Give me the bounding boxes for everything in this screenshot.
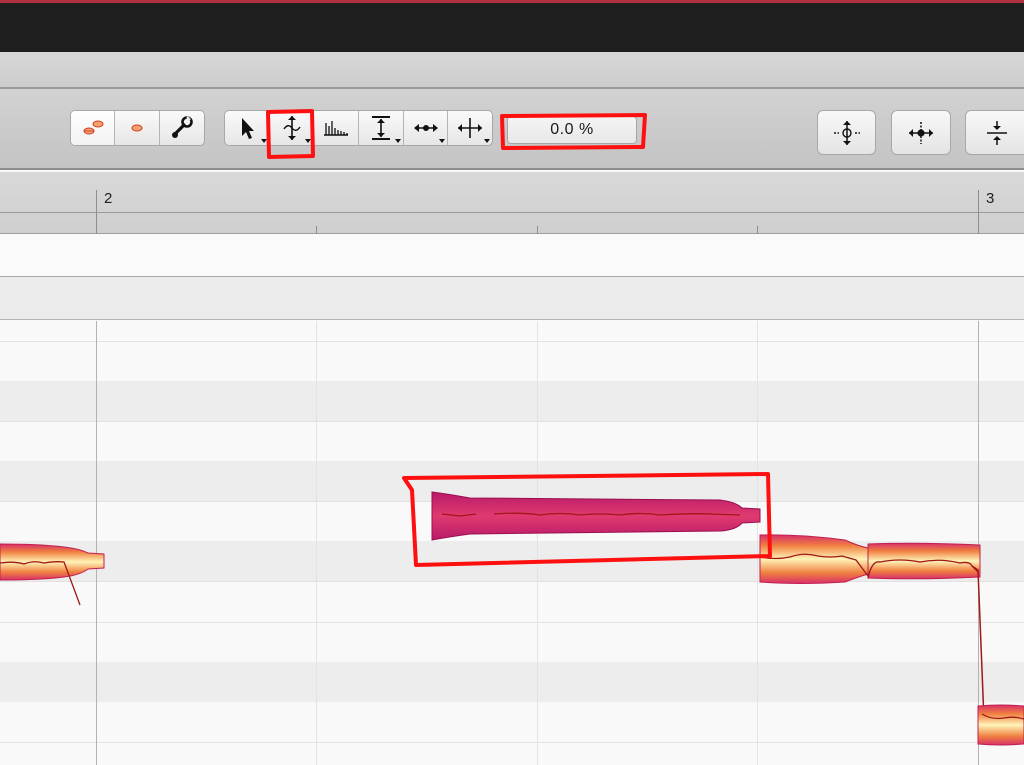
- pitch-quantize-icon: [833, 120, 860, 145]
- pitch-tool-button[interactable]: [270, 111, 315, 145]
- melodyne-editor: 0.0 % 2 3: [0, 0, 1024, 765]
- amplitude-tool-icon: [371, 116, 390, 140]
- bar-label-2: 2: [104, 190, 113, 207]
- ruler-baseline: [0, 212, 1024, 213]
- time-quantize-icon: [909, 121, 933, 144]
- menu-triangle-icon: [439, 139, 446, 143]
- amplitude-tool-button[interactable]: [359, 111, 404, 145]
- menu-bar: [0, 52, 1024, 89]
- compress-button[interactable]: [965, 110, 1024, 155]
- grid-line: [0, 622, 1024, 623]
- tools-button[interactable]: [160, 111, 204, 145]
- beat-grid-line: [757, 321, 758, 765]
- beat-tick: [316, 226, 317, 234]
- time-quantize-button[interactable]: [891, 110, 951, 155]
- single-blob-button[interactable]: [115, 111, 160, 145]
- tempo-lane: [0, 277, 1024, 320]
- timing-tool-button[interactable]: [404, 111, 449, 145]
- black-key-row: [0, 662, 1024, 702]
- timeline-ruler[interactable]: [0, 172, 1024, 234]
- value-field[interactable]: 0.0 %: [507, 116, 637, 144]
- black-key-row: [0, 541, 1024, 581]
- beat-grid-line: [537, 321, 538, 765]
- blobs-mode-button[interactable]: [71, 111, 116, 145]
- beat-tick: [757, 226, 758, 234]
- black-key-row: [0, 461, 1024, 501]
- grid-line: [0, 501, 1024, 502]
- grid-line: [0, 341, 1024, 342]
- bar-grid-line: [978, 321, 979, 765]
- pitch-quantize-button[interactable]: [817, 110, 876, 155]
- menu-triangle-icon: [260, 139, 267, 143]
- main-tool-button[interactable]: [225, 111, 270, 145]
- timing-tool-icon: [413, 124, 438, 132]
- formant-tool-icon: [324, 121, 349, 136]
- grid-line: [0, 742, 1024, 743]
- compress-icon: [987, 120, 1007, 145]
- title-bar: [0, 0, 1024, 52]
- blobs-note-icon: [83, 120, 104, 135]
- menu-triangle-icon: [484, 139, 491, 143]
- beat-tick: [537, 226, 538, 234]
- bar-grid-line: [96, 321, 97, 765]
- beat-grid-line: [316, 321, 317, 765]
- black-key-row: [0, 381, 1024, 421]
- formant-tool-button[interactable]: [314, 111, 360, 145]
- bar-marker-2: [96, 190, 97, 234]
- bar-marker-3: [978, 190, 979, 234]
- grid-line: [0, 421, 1024, 422]
- grid-line: [0, 581, 1024, 582]
- pitch-tool-icon: [282, 116, 301, 140]
- single-blob-icon: [131, 124, 143, 132]
- separation-tool-button[interactable]: [448, 111, 492, 145]
- info-lane: [0, 234, 1024, 277]
- wrench-icon: [171, 116, 193, 138]
- separation-tool-icon: [458, 118, 483, 138]
- note-grid[interactable]: [0, 321, 1024, 765]
- arrow-pointer-icon: [241, 118, 254, 139]
- tool-button-group: [224, 110, 493, 146]
- menu-triangle-icon: [305, 139, 312, 143]
- mode-button-group: [70, 110, 205, 146]
- menu-triangle-icon: [394, 139, 401, 143]
- bar-label-3: 3: [986, 190, 995, 207]
